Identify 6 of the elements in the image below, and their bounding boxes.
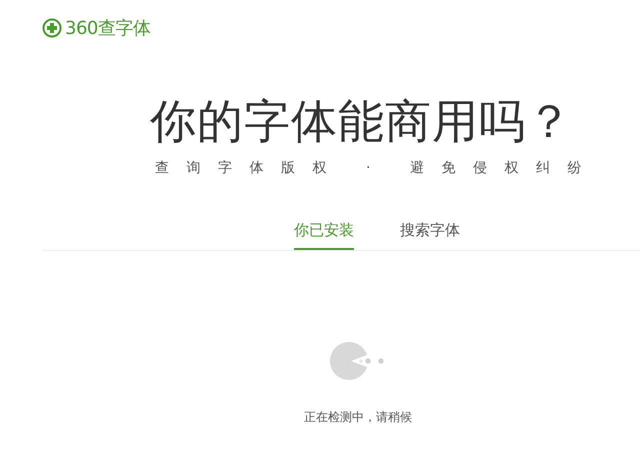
- page-title: 你的字体能商用吗？: [150, 93, 573, 149]
- tab[interactable]: 搜索字体: [400, 221, 460, 250]
- logo-icon: [42, 18, 62, 38]
- status-text: 正在检测中，请稍候: [304, 409, 412, 426]
- logo-text: 360查字体: [65, 17, 150, 40]
- page-subtitle: 查询字体版权 · 避免侵权纠纷: [155, 159, 599, 177]
